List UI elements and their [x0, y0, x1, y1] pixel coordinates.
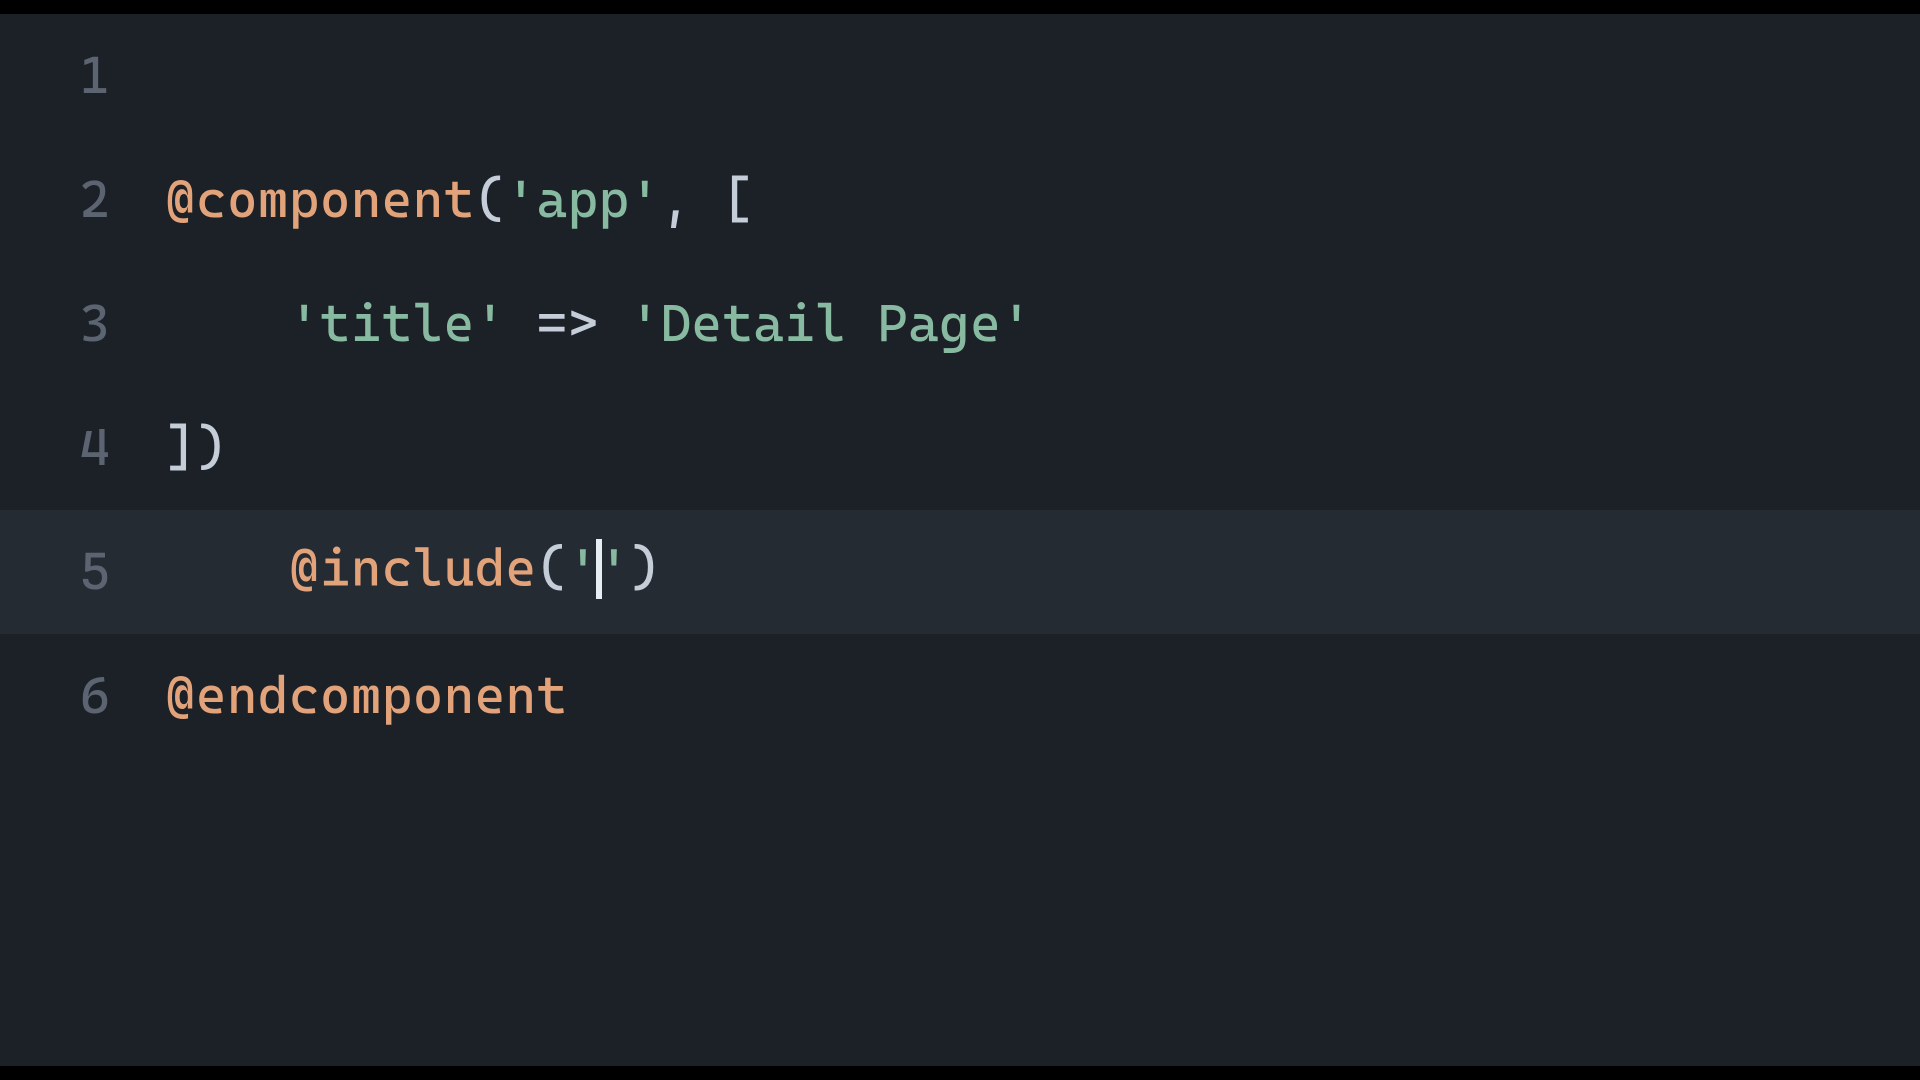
line-content[interactable]: @include(''): [165, 542, 661, 602]
punctuation: , [: [661, 170, 754, 230]
line-number: 4: [0, 422, 165, 474]
punctuation: (: [475, 170, 506, 230]
line-number: 5: [0, 546, 165, 598]
punctuation: ): [630, 538, 661, 598]
punctuation: ]): [165, 418, 227, 478]
code-lines: 1 2 @component('app', [ 3 'title' => 'De…: [0, 14, 1920, 758]
operator: =>: [506, 294, 630, 354]
indent: [165, 294, 289, 354]
blade-directive: @component: [165, 170, 475, 230]
letterbox-top: [0, 0, 1920, 14]
string-literal: 'Detail Page': [630, 294, 1033, 354]
string-quote: ': [599, 538, 630, 598]
code-area[interactable]: 1 2 @component('app', [ 3 'title' => 'De…: [0, 14, 1920, 1066]
blade-directive: @endcomponent: [165, 666, 568, 726]
line-content[interactable]: ]): [165, 422, 227, 474]
line-content[interactable]: 'title' => 'Detail Page': [165, 298, 1032, 350]
code-editor[interactable]: 1 2 @component('app', [ 3 'title' => 'De…: [0, 0, 1920, 1080]
line-number: 1: [0, 50, 165, 102]
string-literal: 'title': [289, 294, 506, 354]
blade-directive: @include: [289, 538, 537, 598]
code-line[interactable]: 2 @component('app', [: [0, 138, 1920, 262]
text-cursor-icon: [596, 539, 602, 599]
string-quote: ': [568, 538, 599, 598]
line-number: 3: [0, 298, 165, 350]
indent: [165, 538, 289, 598]
line-number: 6: [0, 670, 165, 722]
line-content[interactable]: @component('app', [: [165, 174, 753, 226]
code-line[interactable]: 6 @endcomponent: [0, 634, 1920, 758]
line-content[interactable]: @endcomponent: [165, 670, 568, 722]
code-line[interactable]: 1: [0, 14, 1920, 138]
code-line[interactable]: 4 ]): [0, 386, 1920, 510]
letterbox-bottom: [0, 1066, 1920, 1080]
punctuation: (: [537, 538, 568, 598]
code-line-active[interactable]: 5 @include(''): [0, 510, 1920, 634]
line-number: 2: [0, 174, 165, 226]
string-literal: 'app': [506, 170, 661, 230]
code-line[interactable]: 3 'title' => 'Detail Page': [0, 262, 1920, 386]
